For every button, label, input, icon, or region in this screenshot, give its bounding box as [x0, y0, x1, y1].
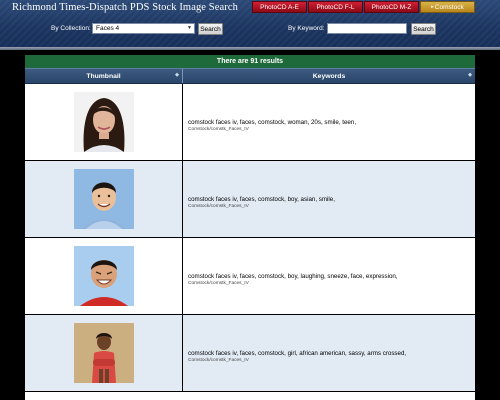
tab-photocd-m-z[interactable]: PhotoCD M-Z — [364, 1, 419, 13]
thumbnail-image[interactable] — [73, 246, 134, 306]
app-header: Richmond Times-Dispatch PDS Stock Image … — [0, 0, 500, 47]
collection-label: By Collection: — [51, 25, 91, 32]
keywords-cell: comstock faces iv, faces, comstock, woma… — [183, 84, 475, 160]
column-header-keywords[interactable]: Keywords ◆ — [183, 69, 475, 83]
keyword-label: By Keyword: — [288, 25, 325, 32]
thumbnail-cell — [25, 84, 183, 160]
column-header-thumbnail[interactable]: Thumbnail ◆ — [25, 69, 183, 83]
search-filter-row: By Collection: Faces 4 ▼ Search By Keywo… — [0, 22, 500, 38]
sort-icon: ◆ — [468, 72, 472, 78]
chevron-down-icon: ▼ — [187, 25, 192, 31]
tab-photocd-a-e[interactable]: PhotoCD A-E — [252, 1, 307, 13]
column-header-thumbnail-label: Thumbnail — [86, 72, 121, 80]
column-header-keywords-label: Keywords — [312, 72, 346, 80]
thumbnail-image[interactable] — [73, 169, 134, 229]
keywords-text: comstock faces iv, faces, comstock, boy,… — [188, 272, 398, 280]
results-count: There are 91 results — [25, 55, 475, 68]
arrow-right-icon: ▸ — [431, 4, 434, 10]
thumbnail-cell — [25, 315, 183, 391]
collection-select[interactable]: Faces 4 ▼ — [92, 23, 195, 34]
app-title: Richmond Times-Dispatch PDS Stock Image … — [12, 2, 238, 13]
tab-comstock-label: Comstock — [434, 3, 464, 11]
tab-comstock[interactable]: ▸ Comstock — [420, 1, 475, 13]
table-row: comstock faces iv, faces, comstock, boy,… — [25, 161, 475, 238]
keywords-cell: comstock faces iv, faces, comstock, boy,… — [183, 238, 475, 314]
image-path: Comstock/comstk_Faces_IV — [188, 280, 249, 286]
collection-search-button[interactable]: Search — [198, 23, 223, 35]
keyword-search-button[interactable]: Search — [411, 23, 436, 35]
table-row: comstock faces iv, faces, comstock, woma… — [25, 84, 475, 161]
sort-icon: ◆ — [175, 72, 179, 78]
image-path: Comstock/comstk_Faces_IV — [188, 357, 249, 363]
thumbnail-cell — [25, 238, 183, 314]
keywords-text: comstock faces iv, faces, comstock, boy,… — [188, 195, 335, 203]
image-path: Comstock/comstk_Faces_IV — [188, 126, 249, 132]
thumbnail-image[interactable] — [73, 323, 134, 383]
keywords-cell: comstock faces iv, faces, comstock, girl… — [183, 315, 475, 391]
keyword-input[interactable] — [327, 23, 407, 34]
collection-tabs: PhotoCD A-E PhotoCD F-L PhotoCD M-Z ▸ Co… — [252, 1, 476, 13]
thumbnail-image[interactable] — [73, 92, 134, 152]
collection-select-value: Faces 4 — [96, 25, 120, 32]
header-divider — [0, 47, 500, 50]
table-row: comstock faces iv, faces, comstock, girl… — [25, 315, 475, 392]
results-table-header: Thumbnail ◆ Keywords ◆ — [25, 68, 475, 84]
thumbnail-cell — [25, 161, 183, 237]
results-panel: There are 91 results Thumbnail ◆ Keyword… — [25, 55, 475, 400]
keywords-text: comstock faces iv, faces, comstock, woma… — [188, 118, 357, 126]
image-path: Comstock/comstk_Faces_IV — [188, 203, 249, 209]
keywords-cell: comstock faces iv, faces, comstock, boy,… — [183, 161, 475, 237]
tab-photocd-f-l[interactable]: PhotoCD F-L — [308, 1, 363, 13]
table-row: comstock faces iv, faces, comstock, boy,… — [25, 238, 475, 315]
keywords-text: comstock faces iv, faces, comstock, girl… — [188, 349, 407, 357]
